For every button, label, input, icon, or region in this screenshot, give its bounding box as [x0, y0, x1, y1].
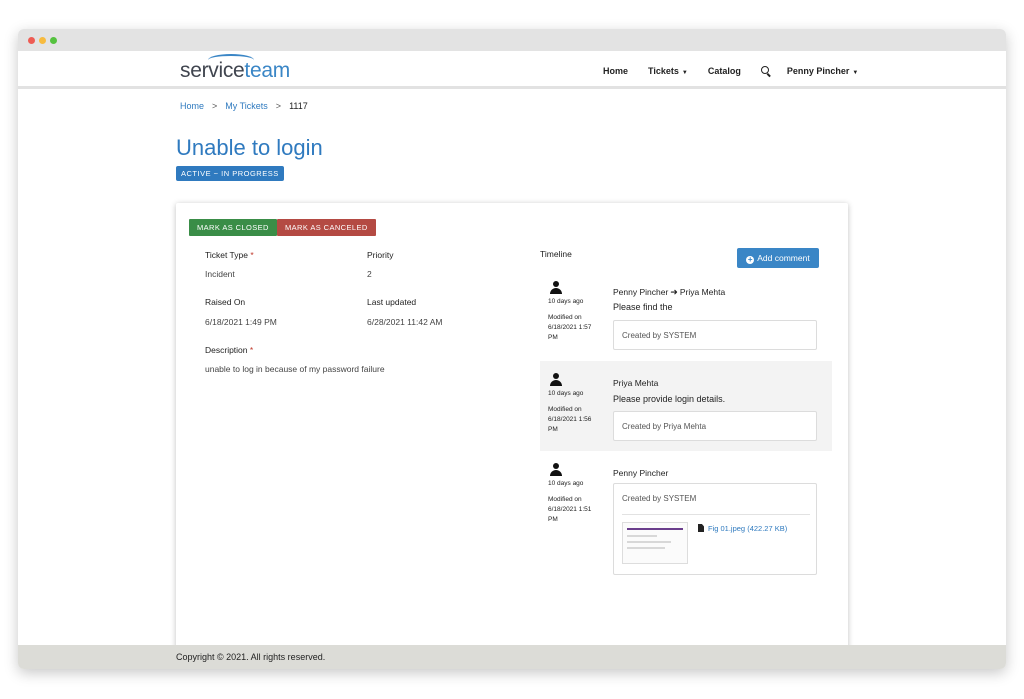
timeline-time-ago: 10 days ago: [548, 298, 584, 305]
arrow-right-icon: ➜: [670, 287, 678, 297]
search-icon[interactable]: [760, 66, 771, 76]
browser-window: serviceteam Home Tickets ▼ Catalog Penny …: [18, 29, 1006, 669]
timeline-comment-box: Created by SYSTEM: [613, 320, 817, 350]
description-label: Description *: [205, 345, 253, 355]
ticket-type-label-text: Ticket Type: [205, 250, 248, 260]
nav-catalog[interactable]: Catalog: [708, 66, 741, 76]
timeline-participants: Priya Mehta: [613, 378, 659, 388]
timeline-participants: Penny Pincher ➜ Priya Mehta: [613, 287, 725, 298]
timeline-entry: 10 days ago Modified on 6/18/2021 1:57 P…: [540, 277, 832, 357]
ticket-type-value: Incident: [205, 269, 235, 279]
timeline-modified: Modified on 6/18/2021 1:51 PM: [548, 496, 592, 523]
description-label-text: Description: [205, 345, 248, 355]
chevron-down-icon: ▼: [852, 70, 859, 76]
timeline-created-by: Created by SYSTEM: [622, 494, 697, 503]
ticket-card: MARK AS CLOSED MARK AS CANCELED Ticket T…: [176, 203, 848, 653]
timeline-entry: 10 days ago Modified on 6/18/2021 1:56 P…: [540, 361, 832, 451]
timeline-message: Please find the: [613, 302, 673, 312]
attachment-name: Fig 01.jpeg (422.27 KB): [708, 524, 788, 533]
user-icon: [550, 463, 562, 477]
timeline-comment-box: Created by Priya Mehta: [613, 411, 817, 441]
mark-as-canceled-button[interactable]: MARK AS CANCELED: [277, 219, 376, 236]
user-icon: [550, 281, 562, 295]
nav-tickets[interactable]: Tickets ▼: [648, 66, 688, 76]
minimize-window-icon[interactable]: [39, 37, 46, 44]
logo-arc-icon: [208, 54, 254, 66]
file-icon: [698, 524, 704, 532]
timeline-entry: 10 days ago Modified on 6/18/2021 1:51 P…: [540, 459, 832, 579]
breadcrumb-my-tickets[interactable]: My Tickets: [225, 101, 268, 111]
page-footer: Copyright © 2021. All rights reserved.: [18, 645, 1006, 669]
timeline-created-by: Created by Priya Mehta: [622, 422, 707, 431]
nav-user-menu[interactable]: Penny Pincher ▼: [787, 66, 858, 76]
nav-home[interactable]: Home: [603, 66, 628, 76]
timeline-label: Timeline: [540, 249, 572, 259]
nav-user-label: Penny Pincher: [786, 66, 850, 76]
page: serviceteam Home Tickets ▼ Catalog Penny …: [0, 0, 1024, 699]
footer-copyright: Copyright © 2021. All rights reserved.: [176, 652, 326, 662]
comment-divider: [622, 514, 810, 515]
priority-value: 2: [367, 269, 372, 279]
page-title: Unable to login: [176, 135, 323, 160]
timeline-created-by: Created by SYSTEM: [622, 331, 697, 340]
add-comment-button[interactable]: + Add comment: [737, 248, 819, 268]
maximize-window-icon[interactable]: [50, 37, 57, 44]
window-titlebar: [18, 29, 1006, 51]
timeline-participants: Penny Pincher: [613, 468, 669, 478]
timeline-from: Penny Pincher: [613, 287, 669, 297]
add-comment-label: Add comment: [757, 253, 810, 263]
timeline-to: Priya Mehta: [679, 287, 726, 297]
last-updated-value: 6/28/2021 11:42 AM: [367, 317, 443, 327]
timeline-time-ago: 10 days ago: [548, 480, 584, 487]
nav-links: Home Tickets ▼ Catalog Penny Pincher ▼: [603, 63, 878, 79]
chevron-down-icon: ▼: [681, 70, 688, 76]
description-value: unable to log in because of my password …: [205, 364, 385, 374]
raised-on-value: 6/18/2021 1:49 PM: [205, 317, 277, 327]
timeline-modified: Modified on 6/18/2021 1:57 PM: [548, 314, 592, 341]
breadcrumb-separator: >: [275, 101, 282, 111]
ticket-type-label: Ticket Type *: [205, 250, 254, 260]
timeline-comment-box: Created by SYSTEM Fig 01.jpeg (422.27 KB…: [613, 483, 817, 575]
attachment-link[interactable]: Fig 01.jpeg (422.27 KB): [698, 524, 787, 533]
user-icon: [550, 373, 562, 387]
priority-label: Priority: [367, 250, 394, 260]
required-mark: *: [249, 345, 254, 355]
plus-circle-icon: +: [746, 255, 755, 264]
breadcrumb-current: 1117: [289, 101, 308, 111]
status-badge: ACTIVE ~ IN PROGRESS: [176, 166, 284, 181]
top-navbar: serviceteam Home Tickets ▼ Catalog Penny …: [18, 51, 1006, 89]
timeline-modified: Modified on 6/18/2021 1:56 PM: [548, 406, 592, 433]
breadcrumb-separator: >: [212, 101, 218, 111]
timeline-time-ago: 10 days ago: [548, 390, 584, 397]
timeline-message: Please provide login details.: [613, 394, 726, 404]
required-mark: *: [250, 250, 254, 260]
breadcrumb: Home > My Tickets > 1117: [180, 101, 308, 111]
close-window-icon[interactable]: [28, 37, 35, 44]
attachment-thumbnail[interactable]: [622, 522, 688, 564]
raised-on-label: Raised On: [205, 297, 246, 307]
nav-tickets-label: Tickets: [648, 66, 679, 76]
breadcrumb-home[interactable]: Home: [180, 101, 204, 111]
mark-as-closed-button[interactable]: MARK AS CLOSED: [189, 219, 277, 236]
last-updated-label: Last updated: [367, 297, 417, 307]
